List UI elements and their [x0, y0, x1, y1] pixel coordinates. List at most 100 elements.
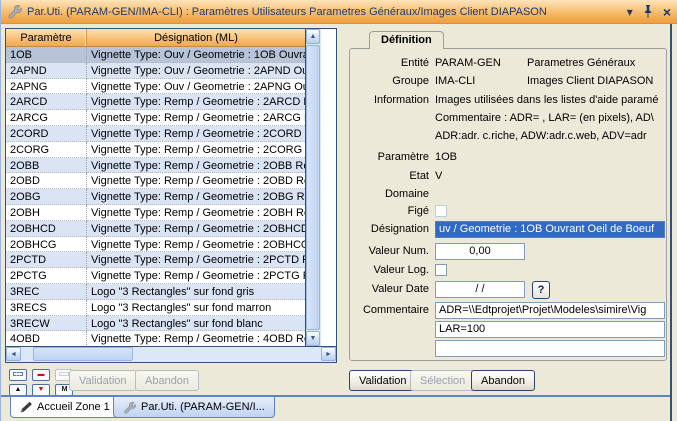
row-designation: Vignette Type: Remp / Geometrie : 2PCTG …: [87, 268, 305, 284]
table-row[interactable]: 2CORGVignette Type: Remp / Geometrie : 2…: [6, 142, 305, 158]
row-param: 2OBG: [6, 189, 87, 205]
table-row[interactable]: 2OBGVignette Type: Remp / Geometrie : 2O…: [6, 189, 305, 205]
valeur-date-input[interactable]: / /: [435, 281, 525, 298]
groupe-label: Groupe: [349, 75, 429, 87]
row-param: 3REC: [6, 284, 87, 300]
date-help-button[interactable]: ?: [532, 281, 550, 299]
row-param: 2APND: [6, 63, 87, 79]
valeur-num-label: Valeur Num.: [349, 245, 429, 257]
close-icon[interactable]: ×: [663, 6, 671, 18]
parametre-value: 1OB: [435, 151, 457, 163]
table-row[interactable]: 2OBHCDVignette Type: Remp / Geometrie : …: [6, 221, 305, 237]
row-designation: Vignette Type: Remp / Geometrie : 4OBD R…: [87, 331, 305, 346]
table-row[interactable]: 2APNDVignette Type: Ouv / Geometrie : 2A…: [6, 63, 305, 79]
row-designation: Logo "3 Rectangles" sur fond blanc: [87, 316, 305, 332]
table-row[interactable]: 3RECLogo "3 Rectangles" sur fond gris: [6, 284, 305, 300]
domaine-label: Domaine: [349, 188, 429, 200]
table-row[interactable]: 2PCTGVignette Type: Remp / Geometrie : 2…: [6, 268, 305, 284]
nav-empty-box-button[interactable]: [9, 369, 27, 381]
table-body: 1OBVignette Type: Ouv / Geometrie : 1OB …: [6, 47, 305, 346]
table-row[interactable]: 2CORDVignette Type: Remp / Geometrie : 2…: [6, 126, 305, 142]
pin-icon[interactable]: [643, 5, 653, 18]
row-param: 2OBD: [6, 173, 87, 189]
horizontal-scrollbar[interactable]: ◄ ►: [6, 346, 336, 362]
wrench-icon: [7, 4, 22, 19]
left-validation-button: Validation: [69, 370, 137, 391]
app-window: Par.Uti. (PARAM-GEN/IMA-CLI) : Paramètre…: [0, 0, 677, 421]
row-designation: Vignette Type: Remp / Geometrie : 2OBHCD…: [87, 221, 305, 237]
left-abandon-button: Abandon: [135, 370, 199, 391]
valeur-log-label: Valeur Log.: [349, 264, 429, 276]
parameters-table: Paramètre Désignation (ML) 1OBVignette T…: [5, 28, 337, 363]
row-designation: Vignette Type: Remp / Geometrie : 2PCTD …: [87, 252, 305, 268]
parametre-label: Paramètre: [349, 151, 429, 163]
designation-label: Désignation: [349, 223, 429, 235]
table-row[interactable]: 2OBBVignette Type: Remp / Geometrie : 2O…: [6, 158, 305, 174]
validation-button[interactable]: Validation: [349, 370, 417, 391]
groupe-description: Images Client DIAPASON: [527, 75, 663, 87]
tab-definition[interactable]: Définition: [369, 31, 444, 49]
row-designation: Vignette Type: Remp / Geometrie : 2CORD …: [87, 126, 305, 142]
table-row[interactable]: 2ARCGVignette Type: Remp / Geometrie : 2…: [6, 110, 305, 126]
table-row[interactable]: 2ARCDVignette Type: Remp / Geometrie : 2…: [6, 94, 305, 110]
vertical-scrollbar[interactable]: ▲ ▼: [305, 29, 321, 346]
abandon-button[interactable]: Abandon: [471, 370, 535, 391]
commentaire-input-1[interactable]: ADR=\\Edtprojet\Projet\Modeles\simire\Vi…: [435, 302, 665, 319]
row-param: 2PCTG: [6, 268, 87, 284]
collapse-icon[interactable]: ▾: [627, 6, 633, 18]
commentaire-input-3[interactable]: [435, 340, 665, 357]
table-row[interactable]: 2APNGVignette Type: Ouv / Geometrie : 2A…: [6, 79, 305, 95]
table-row[interactable]: 3RECWLogo "3 Rectangles" sur fond blanc: [6, 316, 305, 332]
row-param: 2OBHCG: [6, 237, 87, 253]
record-nav-toolbar: ▬ ▲ ▼ M: [9, 369, 73, 396]
row-designation: Vignette Type: Remp / Geometrie : 2ARCD …: [87, 94, 305, 110]
valeur-date-label: Valeur Date: [349, 283, 429, 295]
row-param: 2OBH: [6, 205, 87, 221]
entite-code: PARAM-GEN: [435, 57, 501, 69]
vertical-scrollbar-thumb[interactable]: [306, 45, 320, 330]
scroll-down-icon[interactable]: ▼: [306, 331, 320, 346]
bottom-tab-accueil[interactable]: Accueil Zone 1: [10, 397, 120, 418]
commentaire-label: Commentaire: [349, 304, 429, 316]
table-row[interactable]: 2PCTDVignette Type: Remp / Geometrie : 2…: [6, 252, 305, 268]
row-designation: Vignette Type: Remp / Geometrie : 2OBB R…: [87, 158, 305, 174]
scroll-up-icon[interactable]: ▲: [306, 29, 320, 44]
table-row[interactable]: 1OBVignette Type: Ouv / Geometrie : 1OB …: [6, 47, 305, 63]
row-designation: Vignette Type: Ouv / Geometrie : 2APNG O…: [87, 79, 305, 95]
row-designation: Vignette Type: Remp / Geometrie : 2OBG R…: [87, 189, 305, 205]
row-param: 2APNG: [6, 79, 87, 95]
row-param: 1OB: [6, 47, 87, 63]
table-row[interactable]: 2OBHCGVignette Type: Remp / Geometrie : …: [6, 237, 305, 253]
table-row[interactable]: 3RECSLogo "3 Rectangles" sur fond marron: [6, 300, 305, 316]
fige-label: Figé: [349, 205, 429, 217]
fige-checkbox[interactable]: [435, 205, 447, 217]
column-header-designation[interactable]: Désignation (ML): [87, 29, 305, 46]
table-row[interactable]: 2OBHVignette Type: Remp / Geometrie : 2O…: [6, 205, 305, 221]
horizontal-scrollbar-thumb[interactable]: [33, 347, 133, 361]
table-row[interactable]: 4OBDVignette Type: Remp / Geometrie : 4O…: [6, 331, 305, 346]
nav-red-bar-button[interactable]: ▬: [32, 369, 50, 381]
row-param: 2OBB: [6, 158, 87, 174]
bottom-tab-strip: Accueil Zone 1 Par.Uti. (PARAM-GEN/I...: [1, 397, 677, 421]
row-designation: Vignette Type: Remp / Geometrie : 2ARCG …: [87, 110, 305, 126]
scroll-right-icon[interactable]: ►: [321, 347, 336, 361]
table-row[interactable]: 2OBDVignette Type: Remp / Geometrie : 2O…: [6, 173, 305, 189]
column-header-parametre[interactable]: Paramètre: [6, 29, 87, 46]
table-header: Paramètre Désignation (ML): [6, 29, 305, 47]
information-line-2: Commentaire : ADR= , LAR= (en pixels), A…: [435, 112, 663, 124]
row-designation: Vignette Type: Ouv / Geometrie : 1OB Ouv…: [87, 47, 305, 63]
selection-button: Sélection: [410, 370, 475, 391]
scroll-left-icon[interactable]: ◄: [6, 347, 21, 361]
valeur-log-checkbox[interactable]: [435, 264, 447, 276]
wrench-icon: [123, 401, 136, 414]
window-title: Par.Uti. (PARAM-GEN/IMA-CLI) : Paramètre…: [27, 6, 547, 18]
row-param: 2ARCG: [6, 110, 87, 126]
entite-label: Entité: [349, 57, 429, 69]
commentaire-input-2[interactable]: LAR=100: [435, 321, 665, 338]
row-designation: Vignette Type: Remp / Geometrie : 2CORG …: [87, 142, 305, 158]
etat-label: Etat: [349, 170, 429, 182]
bottom-tab-paruti[interactable]: Par.Uti. (PARAM-GEN/I...: [113, 397, 275, 418]
valeur-num-input[interactable]: 0,00: [435, 243, 525, 260]
row-param: 2ARCD: [6, 94, 87, 110]
designation-input[interactable]: uv / Geometrie : 1OB Ouvrant Oeil de Boe…: [435, 221, 665, 238]
